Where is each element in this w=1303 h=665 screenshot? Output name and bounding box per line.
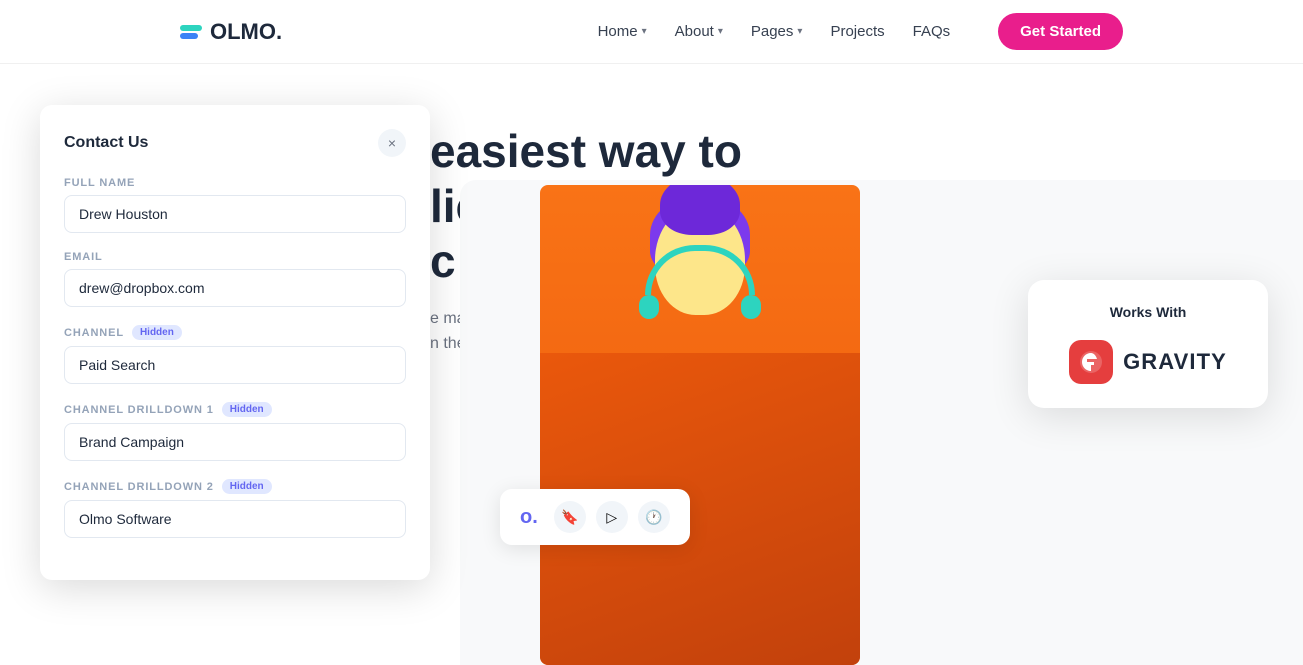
icon-row: 🔖 ▷ 🕐 xyxy=(554,501,670,533)
nav-projects[interactable]: Projects xyxy=(830,23,884,40)
brand-overlay-card: o. 🔖 ▷ 🕐 xyxy=(500,489,690,545)
hero-image-area: o. 🔖 ▷ 🕐 xyxy=(460,180,1303,665)
nav-faqs[interactable]: FAQs xyxy=(913,23,951,40)
modal-close-button[interactable]: × xyxy=(378,129,406,157)
home-arrow-icon: ▾ xyxy=(642,26,647,37)
channel-input[interactable] xyxy=(64,346,406,384)
field-channel-dd2-group: CHANNEL DRILLDOWN 2 Hidden xyxy=(64,479,406,538)
headphone-ear-left xyxy=(639,295,659,319)
field-channel-group: CHANNEL Hidden xyxy=(64,325,406,384)
gravity-svg-icon xyxy=(1078,349,1104,375)
about-arrow-icon: ▾ xyxy=(718,26,723,37)
gravity-logo: GRAVITY xyxy=(1052,340,1244,384)
bookmark-icon-btn[interactable]: 🔖 xyxy=(554,501,586,533)
nav-home[interactable]: Home ▾ xyxy=(598,23,647,40)
contact-modal: Contact Us × FULL NAME EMAIL CHANNEL Hid… xyxy=(40,105,430,580)
field-fullname-group: FULL NAME xyxy=(64,177,406,233)
channel-dd1-input[interactable] xyxy=(64,423,406,461)
works-with-title: Works With xyxy=(1052,304,1244,320)
gravity-icon xyxy=(1069,340,1113,384)
channel-dd2-input[interactable] xyxy=(64,500,406,538)
field-channel-dd1-group: CHANNEL DRILLDOWN 1 Hidden xyxy=(64,402,406,461)
field-fullname-label: FULL NAME xyxy=(64,177,406,189)
nav-links: Home ▾ About ▾ Pages ▾ Projects FAQs Get… xyxy=(598,13,1123,50)
nav-pages[interactable]: Pages ▾ xyxy=(751,23,803,40)
fullname-input[interactable] xyxy=(64,195,406,233)
clock-icon-btn[interactable]: 🕐 xyxy=(638,501,670,533)
channel-dd1-hidden-badge: Hidden xyxy=(222,402,272,417)
brand-logo-small: o. xyxy=(520,506,538,529)
works-with-card: Works With GRAVITY xyxy=(1028,280,1268,408)
person-hat xyxy=(660,185,740,235)
navbar: OLMO. Home ▾ About ▾ Pages ▾ Projects FA… xyxy=(0,0,1303,64)
hero-person-image xyxy=(540,185,860,665)
email-input[interactable] xyxy=(64,269,406,307)
gravity-brand-name: GRAVITY xyxy=(1123,349,1227,375)
person-figure xyxy=(540,185,860,665)
channel-hidden-badge: Hidden xyxy=(132,325,182,340)
field-channel-dd2-label: CHANNEL DRILLDOWN 2 Hidden xyxy=(64,479,406,494)
field-channel-label: CHANNEL Hidden xyxy=(64,325,406,340)
field-email-label: EMAIL xyxy=(64,251,406,263)
logo[interactable]: OLMO. xyxy=(180,19,282,45)
field-channel-dd1-label: CHANNEL DRILLDOWN 1 Hidden xyxy=(64,402,406,417)
get-started-button[interactable]: Get Started xyxy=(998,13,1123,50)
modal-title: Contact Us xyxy=(64,134,148,152)
headphone-ear-right xyxy=(741,295,761,319)
pages-arrow-icon: ▾ xyxy=(797,26,802,37)
modal-header: Contact Us × xyxy=(64,129,406,157)
logo-text: OLMO. xyxy=(210,19,282,45)
nav-about[interactable]: About ▾ xyxy=(675,23,723,40)
logo-icon xyxy=(180,25,202,39)
channel-dd2-hidden-badge: Hidden xyxy=(222,479,272,494)
send-icon-btn[interactable]: ▷ xyxy=(596,501,628,533)
field-email-group: EMAIL xyxy=(64,251,406,307)
